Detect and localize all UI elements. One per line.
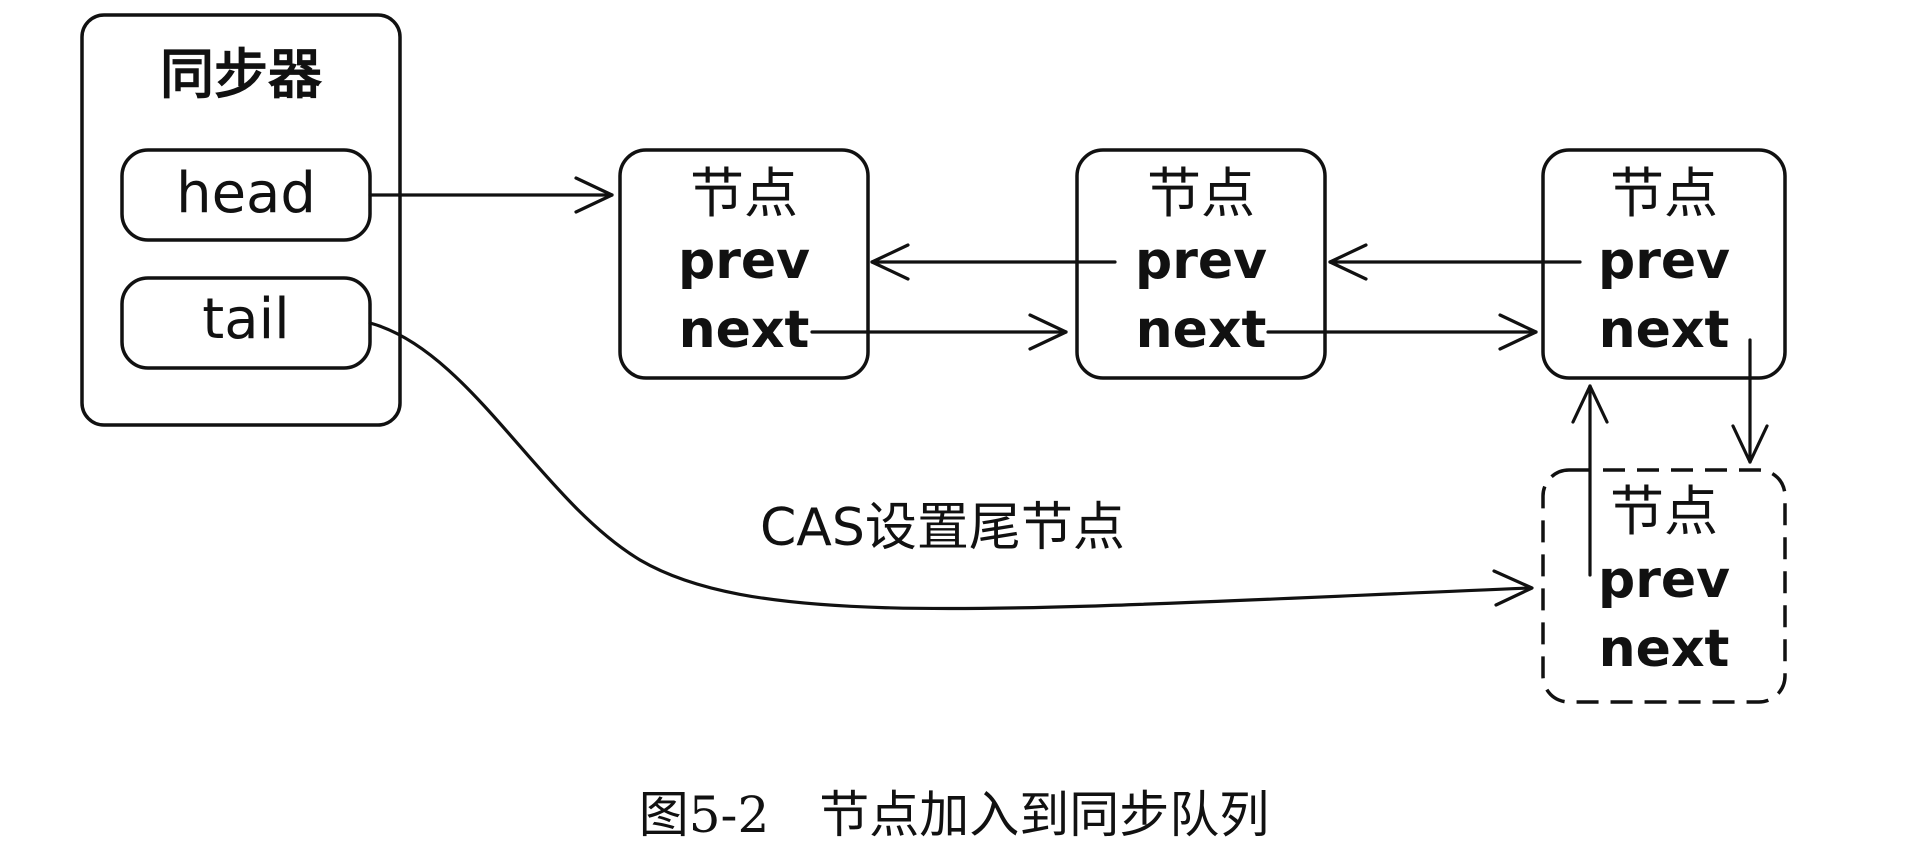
head-label: head [176, 161, 316, 226]
new-tail-node: 节点 prev next [1541, 468, 1787, 704]
new-tail-node-title: 节点 [1610, 480, 1718, 543]
new-tail-node-prev: prev [1598, 550, 1730, 610]
cas-label: CAS设置尾节点 [760, 498, 1125, 558]
node-1-prev: prev [678, 231, 810, 291]
tail-label: tail [202, 287, 289, 352]
synchronizer-box: 同步器 head tail [80, 13, 402, 427]
node-3-title: 节点 [1610, 162, 1718, 225]
node-1-title: 节点 [690, 162, 798, 225]
head-pill: head [120, 148, 372, 242]
node-2-prev: prev [1135, 231, 1267, 291]
synchronizer-title: 同步器 [160, 43, 323, 106]
node-2: 节点 prev next [1075, 148, 1327, 380]
tail-pill: tail [120, 276, 372, 370]
node-3-prev: prev [1598, 231, 1730, 291]
node-2-next: next [1136, 300, 1267, 360]
sync-queue-diagram: 同步器 head tail 节点 prev next 节点 prev next … [80, 13, 1787, 844]
node-1: 节点 prev next [618, 148, 870, 380]
figure-caption: 图5-2 节点加入到同步队列 [639, 786, 1270, 844]
node-2-title: 节点 [1147, 162, 1255, 225]
head-to-node-1-arrow [368, 176, 614, 214]
tail-cas-curve-arrow [368, 321, 1534, 611]
node-3-next: next [1599, 300, 1730, 360]
new-tail-node-next: next [1599, 619, 1730, 679]
node-1-next: next [679, 300, 810, 360]
